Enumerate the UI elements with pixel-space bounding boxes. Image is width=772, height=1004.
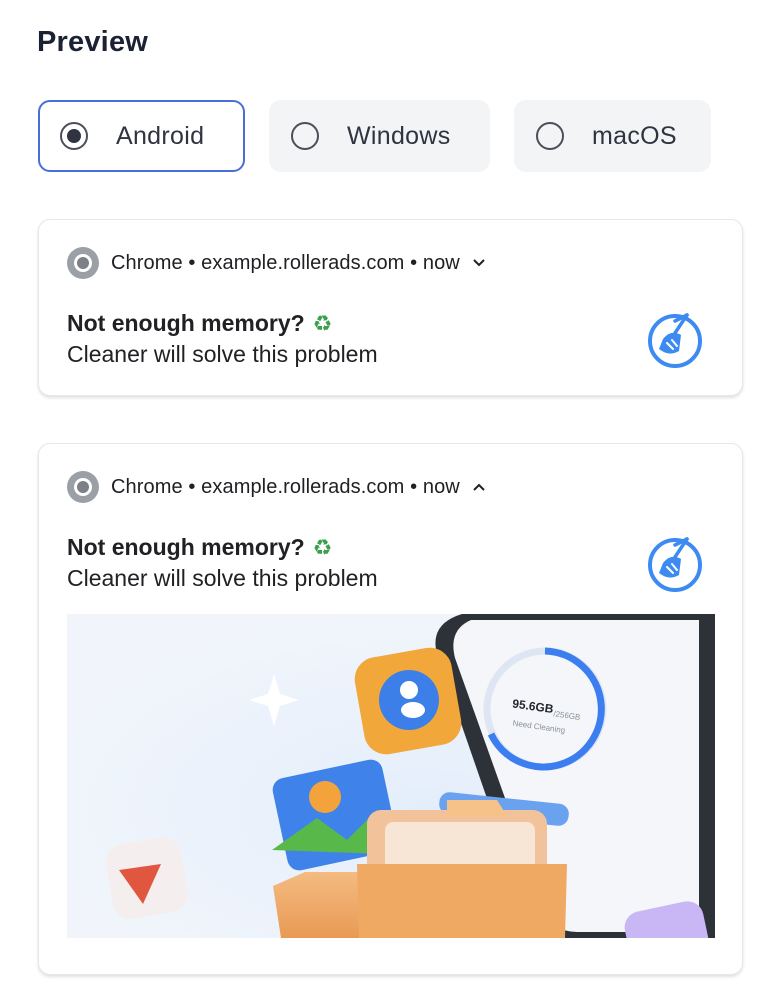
notification-source: Chrome • example.rollerads.com • now: [111, 475, 460, 498]
chrome-icon: [67, 247, 99, 279]
phone-cleaner-illustration: 95.6GB /256GB Need Cleaning: [67, 614, 715, 938]
os-option-label: macOS: [592, 121, 677, 150]
chrome-icon: [67, 471, 99, 503]
notification-title-text: Not enough memory?: [67, 310, 305, 336]
notification-title-text: Not enough memory?: [67, 534, 305, 560]
notification-collapsed[interactable]: Chrome • example.rollerads.com • now Not…: [38, 219, 743, 396]
notification-body: Cleaner will solve this problem: [67, 341, 378, 367]
radio-unselected-icon[interactable]: [536, 122, 564, 150]
page-title: Preview: [37, 26, 149, 58]
recycle-icon: ♻: [312, 310, 333, 336]
os-option-windows[interactable]: Windows: [269, 100, 490, 172]
notification-header: Chrome • example.rollerads.com • now: [67, 470, 486, 504]
radio-selected-icon[interactable]: [60, 122, 88, 150]
recycle-icon: ♻: [312, 534, 333, 560]
broom-cleaner-icon: [644, 534, 706, 596]
radio-unselected-icon[interactable]: [291, 122, 319, 150]
os-option-macos[interactable]: macOS: [514, 100, 711, 172]
chevron-up-icon[interactable]: [472, 480, 486, 494]
notification-header: Chrome • example.rollerads.com • now: [67, 246, 486, 280]
chevron-down-icon[interactable]: [472, 256, 486, 270]
os-option-label: Windows: [347, 121, 451, 150]
notification-title: Not enough memory? ♻: [67, 534, 332, 561]
os-option-label: Android: [116, 121, 205, 150]
notification-hero-image: 95.6GB /256GB Need Cleaning: [67, 614, 715, 938]
notification-body: Cleaner will solve this problem: [67, 565, 378, 591]
os-option-android[interactable]: Android: [38, 100, 245, 172]
notification-title: Not enough memory? ♻: [67, 310, 332, 337]
notification-source: Chrome • example.rollerads.com • now: [111, 251, 460, 274]
notification-expanded[interactable]: Chrome • example.rollerads.com • now Not…: [38, 443, 743, 975]
broom-cleaner-icon: [644, 310, 706, 372]
